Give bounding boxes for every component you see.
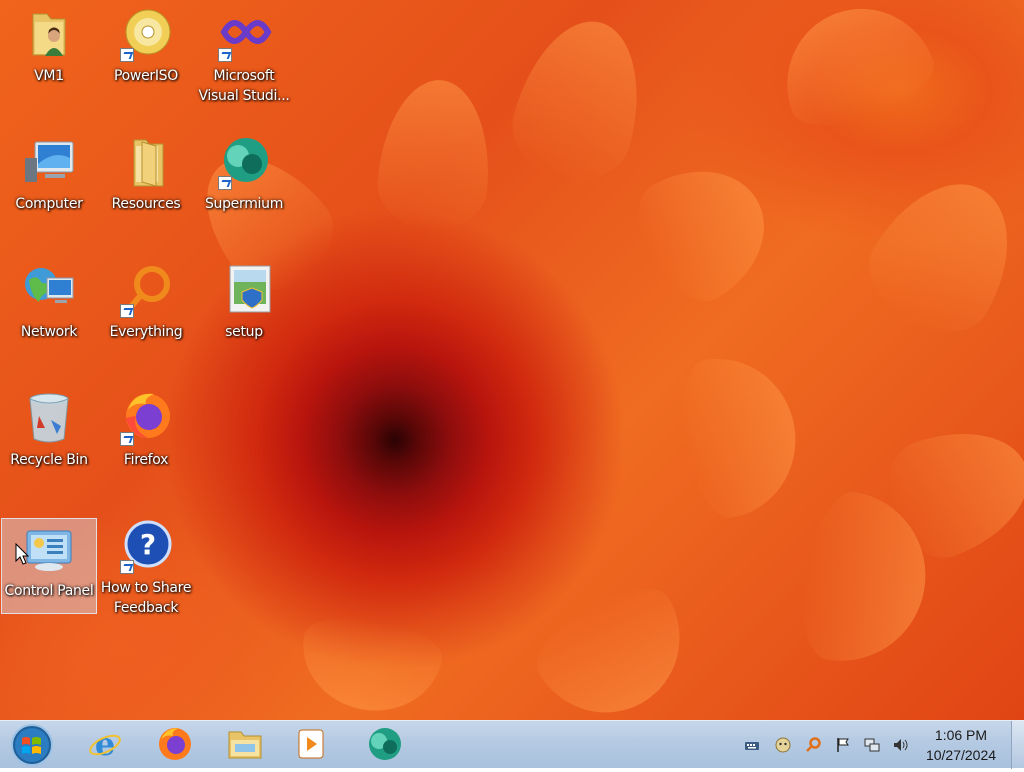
wallpaper-petal bbox=[620, 143, 790, 317]
desktop-icon-poweriso[interactable]: PowerISO bbox=[98, 4, 194, 100]
poweriso-disc-icon bbox=[118, 6, 174, 62]
firefox-icon bbox=[159, 728, 191, 760]
show-desktop-button[interactable] bbox=[1011, 721, 1024, 769]
desktop-icon-recycle-bin[interactable]: Recycle Bin bbox=[1, 388, 97, 484]
taskbar: e 1:06 PM 10/27/2024 bbox=[0, 720, 1024, 769]
wallpaper-petal bbox=[765, 0, 945, 143]
wallpaper-petal bbox=[522, 569, 708, 720]
volume-icon[interactable] bbox=[892, 737, 908, 753]
clock-time: 1:06 PM bbox=[934, 727, 988, 743]
computer-icon bbox=[21, 134, 77, 190]
firefox-icon bbox=[118, 390, 174, 446]
visual-studio-icon bbox=[216, 6, 272, 62]
taskbar-supermium[interactable] bbox=[358, 724, 412, 764]
everything-search-icon bbox=[118, 262, 174, 318]
search-magnifier-icon[interactable] bbox=[805, 737, 821, 753]
wallpaper-petal bbox=[671, 346, 809, 524]
media-player-icon bbox=[298, 729, 324, 759]
desktop-icon-control-panel[interactable]: Control Panel bbox=[1, 518, 97, 614]
desktop-icon-label: Control Panel bbox=[4, 583, 94, 599]
desktop-icon-how-to-share-feedback[interactable]: ? How to Share Feedback bbox=[98, 516, 194, 616]
desktop-icon-resources[interactable]: Resources bbox=[98, 132, 194, 228]
taskbar-internet-explorer[interactable]: e bbox=[78, 724, 132, 764]
wallpaper-petal bbox=[501, 7, 659, 193]
desktop[interactable]: VM1 Computer Network Recycle Bin Control… bbox=[0, 0, 1024, 720]
shortcut-arrow-icon bbox=[120, 560, 134, 574]
user-folder-icon bbox=[21, 6, 77, 62]
face-icon[interactable] bbox=[775, 737, 791, 753]
action-center-flag-icon[interactable] bbox=[835, 737, 851, 753]
wallpaper-petal bbox=[293, 608, 447, 720]
setup-installer-icon bbox=[216, 262, 272, 318]
desktop-icon-label: Resources bbox=[111, 196, 181, 212]
shortcut-arrow-icon bbox=[218, 176, 232, 190]
desktop-icon-firefox[interactable]: Firefox bbox=[98, 388, 194, 484]
keyboard-icon[interactable] bbox=[744, 737, 760, 753]
internet-explorer-icon: e bbox=[89, 726, 121, 762]
taskbar-media-player[interactable] bbox=[284, 724, 338, 764]
taskbar-firefox[interactable] bbox=[148, 724, 202, 764]
network-globe-icon bbox=[21, 262, 77, 318]
desktop-icon-supermium[interactable]: Supermium bbox=[196, 132, 292, 228]
desktop-icon-label: Microsoft Visual Studi... bbox=[198, 68, 290, 104]
desktop-icon-label: Firefox bbox=[123, 452, 169, 468]
start-button[interactable] bbox=[8, 722, 56, 768]
network-icon[interactable] bbox=[864, 737, 880, 753]
shortcut-arrow-icon bbox=[218, 48, 232, 62]
control-panel-icon bbox=[21, 521, 77, 577]
desktop-icon-network[interactable]: Network bbox=[1, 260, 97, 356]
desktop-icon-label: Recycle Bin bbox=[10, 452, 88, 468]
clock-date: 10/27/2024 bbox=[925, 747, 997, 763]
mouse-cursor-icon bbox=[15, 543, 29, 565]
help-question-icon: ? bbox=[118, 518, 174, 574]
desktop-icon-label: Computer bbox=[15, 196, 83, 212]
svg-text:?: ? bbox=[140, 528, 156, 561]
wallpaper-petal bbox=[873, 409, 1024, 571]
desktop-icon-setup[interactable]: setup bbox=[196, 260, 292, 356]
taskbar-file-explorer[interactable] bbox=[218, 724, 272, 764]
supermium-icon bbox=[369, 728, 401, 760]
recycle-bin-icon bbox=[21, 390, 77, 446]
system-clock[interactable]: 1:06 PM 10/27/2024 bbox=[916, 725, 1006, 765]
supermium-icon bbox=[216, 134, 272, 190]
wallpaper-petal bbox=[791, 485, 939, 675]
desktop-icon-everything[interactable]: Everything bbox=[98, 260, 194, 356]
desktop-icon-label: How to Share Feedback bbox=[100, 580, 192, 616]
desktop-icon-computer[interactable]: Computer bbox=[1, 132, 97, 228]
desktop-icon-vm1[interactable]: VM1 bbox=[1, 4, 97, 100]
wallpaper-petal bbox=[373, 75, 497, 235]
windows-logo-icon bbox=[11, 724, 53, 766]
desktop-icon-label: VM1 bbox=[34, 68, 64, 84]
file-explorer-icon bbox=[228, 731, 262, 759]
desktop-icon-label: setup bbox=[225, 324, 263, 340]
desktop-icon-label: PowerISO bbox=[114, 68, 178, 84]
desktop-icon-label: Network bbox=[20, 324, 78, 340]
wallpaper-petal bbox=[851, 157, 1024, 353]
desktop-icon-label: Supermium bbox=[204, 196, 284, 212]
folder-icon bbox=[118, 134, 174, 190]
desktop-icon-microsoft-visual-studio[interactable]: Microsoft Visual Studi... bbox=[196, 4, 292, 104]
shortcut-arrow-icon bbox=[120, 432, 134, 446]
shortcut-arrow-icon bbox=[120, 48, 134, 62]
desktop-icon-label: Everything bbox=[109, 324, 183, 340]
svg-text:e: e bbox=[95, 726, 115, 762]
shortcut-arrow-icon bbox=[120, 304, 134, 318]
